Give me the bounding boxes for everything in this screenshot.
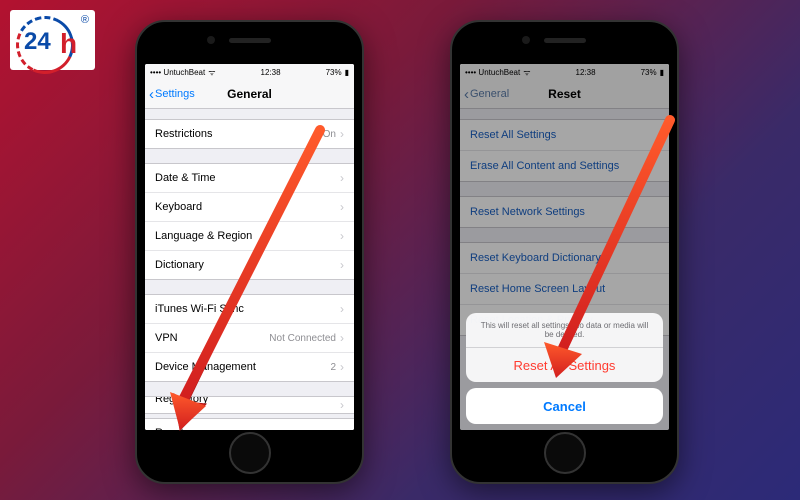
row-language[interactable]: Language & Region› (145, 222, 354, 251)
row-reset[interactable]: Reset› (145, 419, 354, 430)
clock: 12:38 (261, 68, 281, 77)
speaker-icon (544, 38, 586, 43)
chevron-left-icon: ‹ (149, 86, 154, 103)
back-label: Settings (155, 88, 195, 100)
row-date-time[interactable]: Date & Time› (145, 164, 354, 193)
row-keyboard[interactable]: Keyboard› (145, 193, 354, 222)
phone-reset: •••• UntuchBeatᯤ 12:38 73%▮ ‹ General Re… (450, 20, 679, 484)
logo-24h: 24 h ® (10, 10, 95, 70)
screen-reset: •••• UntuchBeatᯤ 12:38 73%▮ ‹ General Re… (460, 64, 669, 430)
row-vpn[interactable]: VPNNot Connected› (145, 324, 354, 353)
chevron-right-icon: › (340, 171, 344, 185)
reset-all-settings-button[interactable]: Reset All Settings (466, 348, 663, 382)
chevron-right-icon: › (340, 398, 344, 412)
cancel-button[interactable]: Cancel (466, 388, 663, 424)
row-restrictions[interactable]: Restrictions On › (145, 120, 354, 148)
battery-icon: ▮ (345, 68, 349, 77)
logo-24: 24 (24, 28, 51, 56)
row-regulatory[interactable]: Regulatory› (145, 397, 354, 413)
page-title: General (227, 87, 272, 101)
row-itunes-sync[interactable]: iTunes Wi-Fi Sync› (145, 295, 354, 324)
nav-bar: ‹ Settings General (145, 80, 354, 109)
logo-h: h (60, 28, 77, 60)
phone-general: •••• UntuchBeat ᯤ 12:38 73% ▮ ‹ Settings… (135, 20, 364, 484)
carrier: •••• UntuchBeat (150, 68, 205, 77)
chevron-right-icon: › (340, 302, 344, 316)
action-sheet: This will reset all settings. No data or… (466, 313, 663, 424)
registered-icon: ® (81, 14, 89, 26)
status-bar: •••• UntuchBeat ᯤ 12:38 73% ▮ (145, 64, 354, 80)
camera-icon (522, 36, 530, 44)
battery-pct: 73% (326, 68, 342, 77)
home-button[interactable] (544, 432, 586, 474)
wifi-icon: ᯤ (208, 67, 215, 78)
chevron-right-icon: › (340, 229, 344, 243)
chevron-right-icon: › (340, 360, 344, 374)
sheet-message: This will reset all settings. No data or… (466, 313, 663, 348)
back-button[interactable]: ‹ Settings (149, 86, 195, 103)
chevron-right-icon: › (340, 426, 344, 430)
chevron-right-icon: › (340, 258, 344, 272)
chevron-right-icon: › (340, 127, 344, 141)
content: Restrictions On › Date & Time› Keyboard›… (145, 109, 354, 430)
home-button[interactable] (229, 432, 271, 474)
screen-general: •••• UntuchBeat ᯤ 12:38 73% ▮ ‹ Settings… (145, 64, 354, 430)
chevron-right-icon: › (340, 200, 344, 214)
row-dictionary[interactable]: Dictionary› (145, 251, 354, 279)
speaker-icon (229, 38, 271, 43)
chevron-right-icon: › (340, 331, 344, 345)
camera-icon (207, 36, 215, 44)
row-device-mgmt[interactable]: Device Management2› (145, 353, 354, 381)
